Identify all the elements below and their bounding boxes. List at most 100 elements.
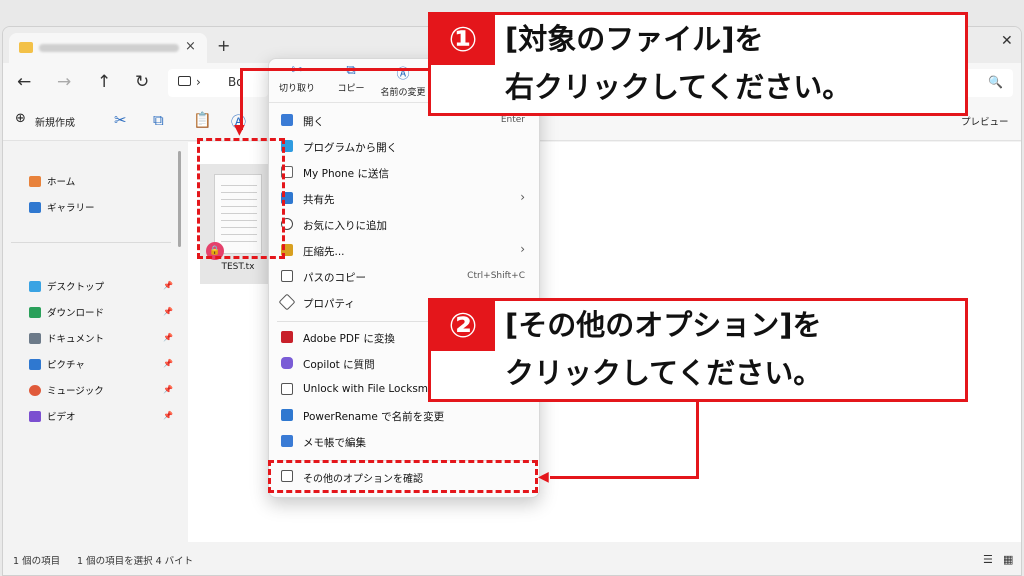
arrow-line-2-vertical — [696, 402, 699, 478]
menu-item-compress[interactable]: 圧縮先... › — [269, 238, 539, 264]
rename-icon — [281, 409, 293, 421]
rename-label: 名前の変更 — [380, 88, 426, 98]
arrow-line-1-horizontal — [240, 68, 430, 71]
pin-icon: 📌 — [163, 411, 173, 420]
menu-item-label: PowerRename で名前を変更 — [303, 411, 445, 423]
copy-label: コピー — [337, 84, 365, 94]
sidebar-item-label: ダウンロード — [47, 308, 105, 319]
menu-item-label: 開く — [303, 116, 324, 128]
sidebar-divider — [11, 242, 171, 243]
sidebar-item-documents[interactable]: ドキュメント — [29, 329, 104, 347]
folder-icon — [19, 42, 33, 53]
new-button[interactable]: 新規作成 — [35, 114, 75, 129]
sidebar-item-downloads[interactable]: ダウンロード — [29, 303, 104, 321]
home-icon — [29, 175, 41, 187]
arrow-head-down-icon: ▼ — [234, 122, 245, 138]
copy-icon[interactable]: ⧉ — [153, 111, 164, 129]
callout-2-line-2: クリックしてください。 — [505, 356, 823, 390]
path-icon — [281, 270, 293, 282]
desktop-icon — [29, 280, 41, 292]
pin-icon: 📌 — [163, 333, 173, 342]
menu-item-label: プロパティ — [303, 298, 355, 310]
menu-item-label: Adobe PDF に変換 — [303, 333, 395, 345]
picture-icon — [29, 358, 41, 370]
notepad-icon — [281, 435, 293, 447]
menu-item-label: パスのコピー — [303, 272, 366, 284]
menu-item-shortcut: Ctrl+Shift+C — [467, 271, 525, 281]
rename-icon: Ⓐ — [396, 67, 410, 82]
sidebar-item-label: ピクチャ — [47, 360, 85, 371]
menu-item-copy-path[interactable]: パスのコピー Ctrl+Shift+C — [269, 264, 539, 290]
sidebar-item-videos[interactable]: ビデオ — [29, 407, 76, 425]
sidebar-scrollbar[interactable] — [178, 151, 181, 247]
cut-icon[interactable]: ✂ — [114, 111, 127, 129]
details-view-icon[interactable]: ☰ — [983, 553, 993, 566]
tab-current-folder[interactable]: × — [9, 33, 207, 63]
wrench-icon — [278, 293, 296, 311]
status-bar: 1 個の項目 1 個の項目を選択 4 バイト ☰ ▦ — [3, 542, 1021, 575]
sidebar: ホーム ギャラリー デスクトップ 📌 ダウンロード 📌 ドキュメント 📌 ピクチ… — [3, 142, 175, 542]
chevron-right-icon: › — [520, 242, 525, 256]
video-icon — [29, 410, 41, 422]
pin-icon: 📌 — [163, 281, 173, 290]
new-icon: ⊕ — [15, 111, 26, 126]
step-2-badge: ② — [431, 301, 495, 351]
preview-toggle[interactable]: プレビュー — [961, 114, 1009, 128]
menu-item-label: 共有先 — [303, 194, 335, 206]
paste-icon[interactable]: 📋 — [193, 111, 212, 129]
close-window-button[interactable]: ✕ — [1001, 33, 1013, 49]
sidebar-item-music[interactable]: ミュージック — [29, 381, 104, 399]
sidebar-item-desktop[interactable]: デスクトップ — [29, 277, 104, 295]
callout-1-line-2: 右クリックしてください。 — [505, 70, 852, 104]
pin-icon: 📌 — [163, 385, 173, 394]
download-icon — [29, 306, 41, 318]
menu-item-shortcut: Enter — [500, 115, 525, 125]
pin-icon: 📌 — [163, 359, 173, 368]
tab-title-blurred — [39, 44, 179, 52]
callout-1-line-1: [対象のファイル]を — [505, 22, 764, 56]
callout-step-2: ② [その他のオプション]を クリックしてください。 — [428, 298, 968, 402]
menu-item-label: プログラムから開く — [303, 142, 398, 154]
menu-item-send-to-phone[interactable]: My Phone に送信 — [269, 160, 539, 186]
more-options-highlight-box — [268, 460, 538, 493]
menu-item-label: メモ帳で編集 — [303, 437, 366, 449]
lock-icon — [281, 383, 293, 395]
address-bar[interactable]: › Bo — [168, 69, 268, 97]
up-button[interactable]: ↑ — [97, 72, 111, 92]
sidebar-item-label: ギャラリー — [47, 203, 95, 214]
menu-item-label: 圧縮先... — [303, 246, 345, 258]
file-highlight-box — [197, 138, 285, 259]
document-icon — [29, 332, 41, 344]
sidebar-item-label: ドキュメント — [47, 334, 105, 345]
menu-item-powerrename[interactable]: PowerRename で名前を変更 — [269, 403, 539, 429]
arrow-line-1-vertical — [240, 68, 243, 130]
arrow-line-2-horizontal — [550, 476, 699, 479]
sidebar-item-pictures[interactable]: ピクチャ — [29, 355, 85, 373]
sidebar-item-gallery[interactable]: ギャラリー — [29, 198, 95, 216]
breadcrumb-separator: › — [196, 75, 201, 89]
gallery-icon — [29, 201, 41, 213]
menu-item-share-to[interactable]: 共有先 › — [269, 186, 539, 212]
tiles-view-icon[interactable]: ▦ — [1003, 553, 1013, 566]
notepad-icon — [281, 114, 293, 126]
menu-item-open-with[interactable]: プログラムから開く — [269, 134, 539, 160]
selection-info: 1 個の項目を選択 4 バイト — [77, 556, 194, 567]
item-count: 1 個の項目 — [13, 556, 61, 567]
sidebar-item-label: ミュージック — [47, 386, 104, 397]
refresh-button[interactable]: ↻ — [135, 72, 149, 92]
menu-item-add-favorite[interactable]: お気に入りに追加 — [269, 212, 539, 238]
music-icon — [29, 384, 41, 396]
menu-item-label: Copilot に質問 — [303, 359, 375, 371]
back-button[interactable]: ← — [17, 72, 31, 92]
new-tab-button[interactable]: + — [217, 36, 230, 55]
step-1-badge: ① — [431, 15, 495, 65]
menu-item-label: My Phone に送信 — [303, 168, 389, 180]
chevron-right-icon: › — [520, 190, 525, 204]
tab-close-button[interactable]: × — [185, 39, 196, 54]
callout-2-line-1: [その他のオプション]を — [505, 308, 822, 342]
menu-item-edit-notepad[interactable]: メモ帳で編集 — [269, 429, 539, 455]
computer-icon — [178, 76, 191, 86]
sidebar-item-home[interactable]: ホーム — [29, 172, 75, 190]
forward-button[interactable]: → — [57, 72, 71, 92]
menu-item-label: お気に入りに追加 — [303, 220, 387, 232]
